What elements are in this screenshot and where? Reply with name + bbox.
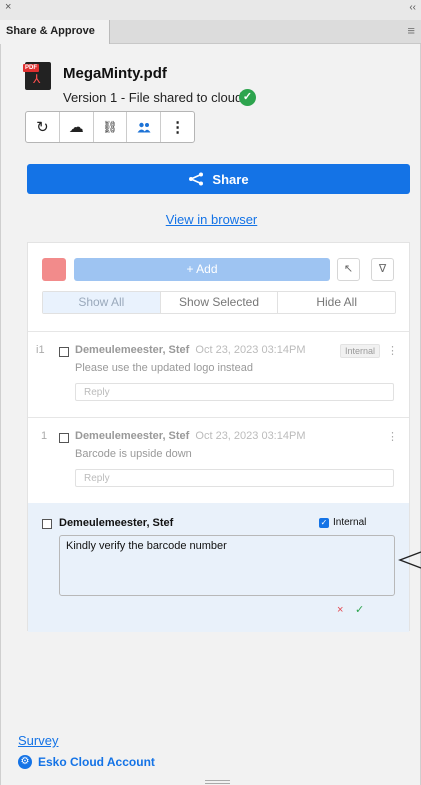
internal-checkbox[interactable]: ✓ <box>319 518 329 528</box>
cursor-select-icon: ↖ <box>343 263 354 275</box>
refresh-icon: ↻ <box>36 119 49 136</box>
close-icon[interactable]: × <box>5 1 11 13</box>
comment-author-name: Demeulemeester, Stef <box>75 344 190 356</box>
resize-grip[interactable] <box>205 780 230 784</box>
filter-hide-all[interactable]: Hide All <box>278 292 395 313</box>
reply-input[interactable]: Reply <box>75 469 394 487</box>
callout-pointer-icon <box>398 551 421 569</box>
cancel-icon[interactable]: × <box>337 604 343 616</box>
comment-checkbox[interactable] <box>59 347 69 357</box>
comment-more-icon[interactable]: ⋮ <box>387 344 398 357</box>
reply-input[interactable]: Reply <box>75 383 394 401</box>
comment-text: Barcode is upside down <box>75 448 192 460</box>
pdf-badge: PDF <box>23 64 39 72</box>
filter-show-selected[interactable]: Show Selected <box>161 292 279 313</box>
people-button[interactable] <box>127 112 162 142</box>
unlink-icon: ⛓ <box>102 120 118 134</box>
esko-account-label: Esko Cloud Account <box>38 755 155 769</box>
view-in-browser-link[interactable]: View in browser <box>1 212 421 227</box>
color-swatch[interactable] <box>42 258 66 281</box>
share-label: Share <box>212 171 249 187</box>
comment-textarea[interactable]: Kindly verify the barcode number <box>59 535 395 596</box>
panel-menu-icon[interactable]: ≡ <box>407 23 415 38</box>
comment-author-name: Demeulemeester, Stef <box>75 430 190 442</box>
check-circle-icon: ✓ <box>239 89 256 106</box>
confirm-icon[interactable]: ✓ <box>355 603 364 616</box>
version-status-text: Version 1 - File shared to cloud <box>63 90 243 105</box>
refresh-button[interactable]: ↻ <box>26 112 60 142</box>
new-comment-author: Demeulemeester, Stef <box>59 517 174 529</box>
window-top-strip: × ‹‹ <box>0 0 421 20</box>
tab-bar: Share & Approve ≡ <box>0 20 421 44</box>
divider <box>28 331 409 332</box>
comment-author: Demeulemeester, Stef Oct 23, 2023 03:14P… <box>75 344 305 356</box>
share-icon <box>189 172 204 186</box>
panel-body: PDF ⅄ MegaMinty.pdf Version 1 - File sha… <box>0 44 421 785</box>
divider <box>28 417 409 418</box>
pdf-file-icon: PDF ⅄ <box>23 62 51 90</box>
file-name: MegaMinty.pdf <box>63 65 167 82</box>
comment-number: 1 <box>41 430 48 442</box>
comment-text: Please use the updated logo instead <box>75 362 253 374</box>
new-comment-card: Demeulemeester, Stef ✓ Internal Kindly v… <box>28 503 409 632</box>
filter-show-all[interactable]: Show All <box>43 292 161 313</box>
share-button[interactable]: Share <box>27 164 410 194</box>
comment-author: Demeulemeester, Stef Oct 23, 2023 03:14P… <box>75 430 305 442</box>
internal-tag: Internal <box>340 344 381 358</box>
visibility-filter: Show All Show Selected Hide All <box>42 291 396 314</box>
comment-date: Oct 23, 2023 03:14PM <box>195 344 306 356</box>
cloud-upload-button[interactable]: ☁ <box>60 112 94 142</box>
filter-button[interactable]: ∇ <box>371 258 394 281</box>
share-approve-window: × ‹‹ Share & Approve ≡ PDF ⅄ MegaMinty.p… <box>0 0 421 785</box>
acrobat-icon: ⅄ <box>33 72 41 86</box>
comment-number: i1 <box>36 344 45 356</box>
cloud-upload-icon: ☁ <box>68 119 84 136</box>
survey-link[interactable]: Survey <box>18 733 58 748</box>
unlink-button[interactable]: ⛓ <box>94 112 128 142</box>
filter-icon: ∇ <box>378 263 387 275</box>
comments-panel: + Add ↖ ∇ Show All Show Selected Hide Al… <box>27 242 410 632</box>
comment-more-icon[interactable]: ⋮ <box>387 430 398 443</box>
gear-icon: ⚙ <box>18 755 32 769</box>
new-comment-checkbox[interactable] <box>42 519 52 529</box>
select-tool-button[interactable]: ↖ <box>337 258 360 281</box>
more-button[interactable]: ⋮ <box>161 112 194 142</box>
collapse-icon[interactable]: ‹‹ <box>409 2 416 13</box>
esko-account-link[interactable]: ⚙ Esko Cloud Account <box>18 755 155 769</box>
comment-date: Oct 23, 2023 03:14PM <box>195 430 306 442</box>
tab-share-approve[interactable]: Share & Approve <box>0 20 110 44</box>
more-icon: ⋮ <box>170 119 186 136</box>
comment-checkbox[interactable] <box>59 433 69 443</box>
internal-label: Internal <box>333 517 367 528</box>
add-comment-button[interactable]: + Add <box>74 258 330 281</box>
people-icon <box>137 122 151 132</box>
file-toolbar: ↻ ☁ ⛓ ⋮ <box>25 111 195 143</box>
